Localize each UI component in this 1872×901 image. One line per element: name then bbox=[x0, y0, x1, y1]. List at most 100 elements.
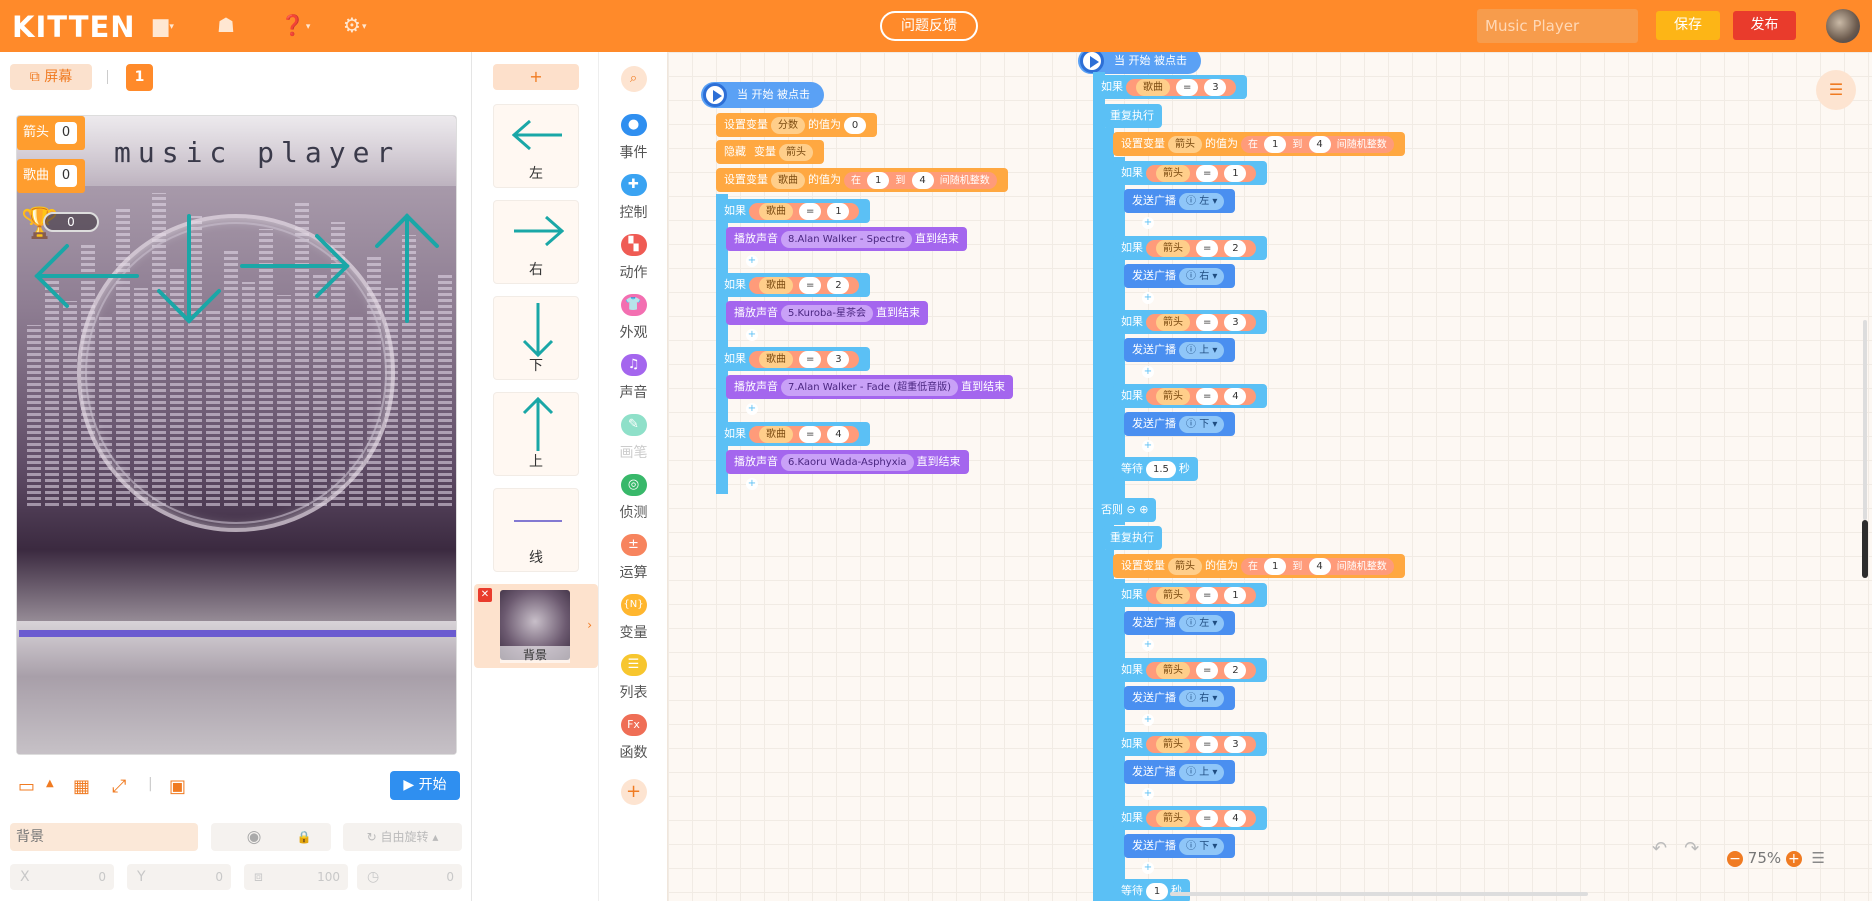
message-dropdown[interactable]: 上 bbox=[1199, 345, 1209, 356]
sprite-right[interactable]: 右 bbox=[493, 200, 579, 284]
if-block[interactable]: 如果 箭头 = 4 bbox=[1113, 384, 1268, 408]
value-input[interactable]: 3 bbox=[1204, 78, 1227, 96]
broadcast-block[interactable]: 发送广播 ⓘ 上 ▾ bbox=[1124, 760, 1236, 784]
user-avatar[interactable] bbox=[1826, 9, 1860, 43]
zoom-out-icon[interactable]: − bbox=[1727, 850, 1743, 867]
operator-dropdown[interactable]: = bbox=[1196, 586, 1219, 604]
delete-icon[interactable]: ✕ bbox=[478, 588, 492, 602]
if-block[interactable]: 如果 歌曲 = 2 bbox=[716, 273, 871, 297]
when-start-hat-block[interactable]: 当 开始 被点击 bbox=[1078, 52, 1201, 74]
set-random-variable-block[interactable]: 设置变量 箭头 的值为在 1 到 4 间随机整数 bbox=[1113, 132, 1405, 156]
start-button[interactable]: ▶ 开始 bbox=[390, 771, 460, 800]
value-input[interactable]: 4 bbox=[827, 425, 850, 443]
align-icon[interactable]: ☰ bbox=[1811, 849, 1824, 867]
broadcast-block[interactable]: 发送广播 ⓘ 上 ▾ bbox=[1124, 338, 1236, 362]
add-branch-icon[interactable]: + bbox=[1142, 862, 1154, 874]
if-block[interactable]: 如果 箭头 = 3 bbox=[1113, 732, 1268, 756]
add-branch-icon[interactable]: + bbox=[746, 255, 758, 267]
hide-variable-block[interactable]: 隐藏 变量 箭头 bbox=[716, 140, 824, 164]
category-sound[interactable]: ♫ 声音 bbox=[599, 354, 668, 410]
project-name-input[interactable]: Music Player bbox=[1477, 9, 1638, 43]
operator-dropdown[interactable]: = bbox=[799, 276, 822, 294]
variable-dropdown[interactable]: 箭头 bbox=[1156, 239, 1190, 257]
variable-dropdown[interactable]: 歌曲 bbox=[759, 350, 793, 368]
operator-dropdown[interactable]: = bbox=[799, 202, 822, 220]
value-input[interactable]: 1 bbox=[1224, 164, 1247, 182]
add-extension-button[interactable]: + bbox=[599, 779, 668, 809]
category-motion[interactable]: ▚ 动作 bbox=[599, 234, 668, 290]
broadcast-block[interactable]: 发送广播 ⓘ 左 ▾ bbox=[1124, 611, 1236, 635]
random-to-input[interactable]: 4 bbox=[1308, 135, 1331, 153]
sound-dropdown[interactable]: 5.Kuroba-星茶会 bbox=[781, 304, 874, 322]
operator-dropdown[interactable]: = bbox=[1196, 239, 1219, 257]
sprite-background[interactable]: ✕ 背景 › bbox=[474, 584, 598, 668]
if-block[interactable]: 如果 箭头 = 2 bbox=[1113, 658, 1268, 682]
device-icon[interactable]: ▭ bbox=[18, 776, 35, 797]
search-blocks[interactable]: ⌕ bbox=[599, 66, 668, 96]
var-monitor-song[interactable]: 歌曲 0 bbox=[17, 159, 85, 193]
minus-icon[interactable]: ⊖ bbox=[1127, 503, 1136, 516]
set-random-variable-block[interactable]: 设置变量 箭头 的值为在 1 到 4 间随机整数 bbox=[1113, 554, 1405, 578]
repeat-forever-block[interactable]: 重复执行 bbox=[1102, 526, 1162, 550]
add-branch-icon[interactable]: + bbox=[1142, 366, 1154, 378]
wait-seconds-input[interactable]: 1 bbox=[1146, 882, 1168, 900]
if-block[interactable]: 如果 箭头 = 2 bbox=[1113, 236, 1268, 260]
category-sensing[interactable]: ◎ 侦测 bbox=[599, 474, 668, 530]
add-branch-icon[interactable]: + bbox=[746, 403, 758, 415]
category-variables[interactable]: {N} 变量 bbox=[599, 594, 668, 650]
add-sprite-button[interactable]: + bbox=[493, 64, 579, 90]
wait-seconds-input[interactable]: 1.5 bbox=[1146, 460, 1176, 478]
x-field[interactable]: X0 bbox=[10, 864, 114, 890]
backpack-icon[interactable]: ☗ bbox=[217, 13, 253, 37]
random-from-input[interactable]: 1 bbox=[1264, 135, 1287, 153]
operator-dropdown[interactable]: = bbox=[799, 350, 822, 368]
size-field[interactable]: ⧈ 100 bbox=[244, 864, 348, 890]
add-branch-icon[interactable]: + bbox=[1142, 440, 1154, 452]
broadcast-block[interactable]: 发送广播 ⓘ 下 ▾ bbox=[1124, 412, 1236, 436]
value-input[interactable]: 4 bbox=[1224, 809, 1247, 827]
variable-dropdown[interactable]: 歌曲 bbox=[759, 425, 793, 443]
value-input[interactable]: 3 bbox=[1224, 735, 1247, 753]
lock-toggle[interactable]: 🔒 bbox=[277, 823, 331, 851]
feedback-button[interactable]: 问题反馈 bbox=[880, 11, 978, 41]
zoom-in-icon[interactable]: + bbox=[1785, 850, 1802, 867]
when-start-hat-block[interactable]: 当 开始 被点击 bbox=[701, 82, 824, 108]
scene-number[interactable]: 1 bbox=[126, 64, 153, 91]
value-input[interactable]: 3 bbox=[1224, 313, 1247, 331]
variable-dropdown[interactable]: 箭头 bbox=[1156, 661, 1190, 679]
sprite-up[interactable]: 上 bbox=[493, 392, 579, 476]
broadcast-block[interactable]: 发送广播 ⓘ 下 ▾ bbox=[1124, 834, 1236, 858]
add-branch-icon[interactable]: + bbox=[1142, 714, 1154, 726]
add-branch-icon[interactable]: + bbox=[746, 478, 758, 490]
variable-dropdown[interactable]: 歌曲 bbox=[759, 276, 793, 294]
workspace-search-button[interactable]: ☰ bbox=[1816, 70, 1856, 110]
if-block[interactable]: 如果 箭头 = 4 bbox=[1113, 806, 1268, 830]
random-to-input[interactable]: 4 bbox=[1308, 557, 1331, 575]
chevron-right-icon[interactable]: › bbox=[587, 618, 592, 632]
var-monitor-arrow[interactable]: 箭头 0 bbox=[17, 116, 85, 150]
if-block[interactable]: 如果 歌曲 = 3 bbox=[716, 347, 871, 371]
variable-dropdown[interactable]: 歌曲 bbox=[771, 171, 805, 189]
plus-icon[interactable]: ⊕ bbox=[1139, 503, 1148, 516]
sound-dropdown[interactable]: 8.Alan Walker - Spectre bbox=[781, 230, 912, 248]
screen-tab[interactable]: ⧉ 屏幕 bbox=[10, 64, 92, 90]
fullscreen-icon[interactable]: ⤢ bbox=[112, 776, 126, 797]
operator-dropdown[interactable]: = bbox=[1196, 313, 1219, 331]
message-dropdown[interactable]: 右 bbox=[1199, 693, 1209, 704]
if-block[interactable]: 如果 箭头 = 3 bbox=[1113, 310, 1268, 334]
direction-field[interactable]: ◷ 0 bbox=[357, 864, 462, 890]
set-variable-block[interactable]: 设置变量 分数 的值为 0 bbox=[716, 113, 877, 137]
sprite-down[interactable]: 下 bbox=[493, 296, 579, 380]
variable-dropdown[interactable]: 箭头 bbox=[1168, 135, 1202, 153]
random-from-input[interactable]: 1 bbox=[867, 171, 890, 189]
add-branch-icon[interactable]: + bbox=[1142, 217, 1154, 229]
if-else-block[interactable]: 如果 歌曲 = 3 bbox=[1093, 75, 1248, 99]
operator-dropdown[interactable]: = bbox=[1196, 387, 1219, 405]
message-dropdown[interactable]: 下 bbox=[1199, 419, 1209, 430]
variable-dropdown[interactable]: 箭头 bbox=[1156, 735, 1190, 753]
wait-block[interactable]: 等待 1.5 秒 bbox=[1113, 457, 1198, 481]
play-sound-block[interactable]: 播放声音 8.Alan Walker - Spectre 直到结束 bbox=[726, 227, 967, 251]
variable-dropdown[interactable]: 箭头 bbox=[1156, 164, 1190, 182]
category-control[interactable]: ✚ 控制 bbox=[599, 174, 668, 230]
variable-dropdown[interactable]: 分数 bbox=[771, 116, 805, 134]
